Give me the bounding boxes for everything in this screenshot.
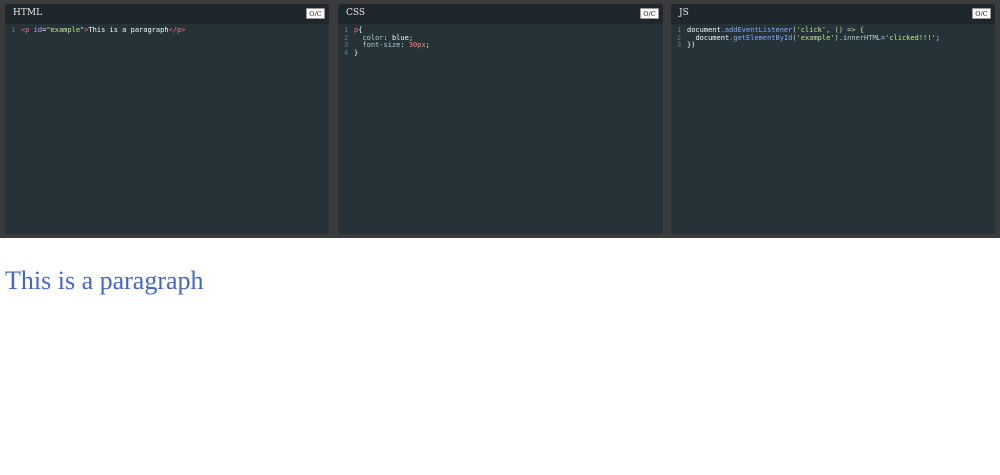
css-panel-title: CSS (346, 8, 366, 18)
css-toggle-button[interactable]: O/C (640, 8, 659, 19)
css-code-area[interactable]: 1 p{2 color: blue; 3 font-size: 30px; 4} (338, 24, 663, 57)
js-toggle-button[interactable]: O/C (972, 8, 991, 19)
code-line: 2 document.getElementById('example').inn… (677, 33, 995, 43)
code-line: 4} (344, 48, 663, 58)
line-number: 3 (677, 41, 682, 50)
code-line: 3}) (677, 41, 995, 50)
line-number: 1 (11, 26, 16, 34)
html-editor-panel: HTML O/C 1 <p id="example">This is a para… (5, 4, 329, 234)
html-attr-name: id (29, 26, 43, 34)
css-property: font-size (362, 41, 401, 50)
output-preview: This is a paragraph (0, 238, 1000, 475)
js-property: .innerHTML (838, 33, 881, 42)
js-panel-header: JS O/C (671, 4, 995, 24)
html-panel-title: HTML (13, 8, 43, 18)
css-close-brace: } (354, 48, 359, 57)
code-line: 3 font-size: 30px; (344, 41, 430, 50)
css-value: 30px (408, 41, 426, 50)
html-attr-value: "example" (46, 26, 85, 34)
html-panel-header: HTML O/C (5, 4, 329, 24)
html-toggle-button[interactable]: O/C (306, 8, 325, 19)
html-code-area[interactable]: 1 <p id="example">This is a paragraph</p> (5, 24, 329, 35)
js-object: document (695, 33, 730, 42)
js-close: }) (687, 41, 696, 50)
js-panel-title: JS (679, 8, 689, 18)
html-end-tag: </p> (168, 26, 186, 34)
js-method: .getElementById (729, 33, 793, 42)
js-semicolon: ; (935, 33, 940, 42)
output-paragraph[interactable]: This is a paragraph (5, 266, 204, 296)
editors-bar: HTML O/C 1 <p id="example">This is a para… (0, 0, 1000, 238)
js-string: 'clicked!!!' (885, 33, 936, 42)
css-editor-panel: CSS O/C 1 p{2 color: blue; 3 font-size: 30… (338, 4, 663, 234)
code-line: 1 <p id="example">This is a paragraph</p> (11, 26, 329, 35)
js-editor-panel: JS O/C 1 document.addEventListener('click… (671, 4, 995, 234)
js-code-area[interactable]: 1 document.addEventListener('click', () =… (671, 24, 995, 50)
js-args: ('example') (792, 33, 839, 42)
html-text-content: This is a paragraph (88, 26, 169, 34)
line-number: 4 (344, 48, 349, 57)
css-panel-header: CSS O/C (338, 4, 663, 24)
